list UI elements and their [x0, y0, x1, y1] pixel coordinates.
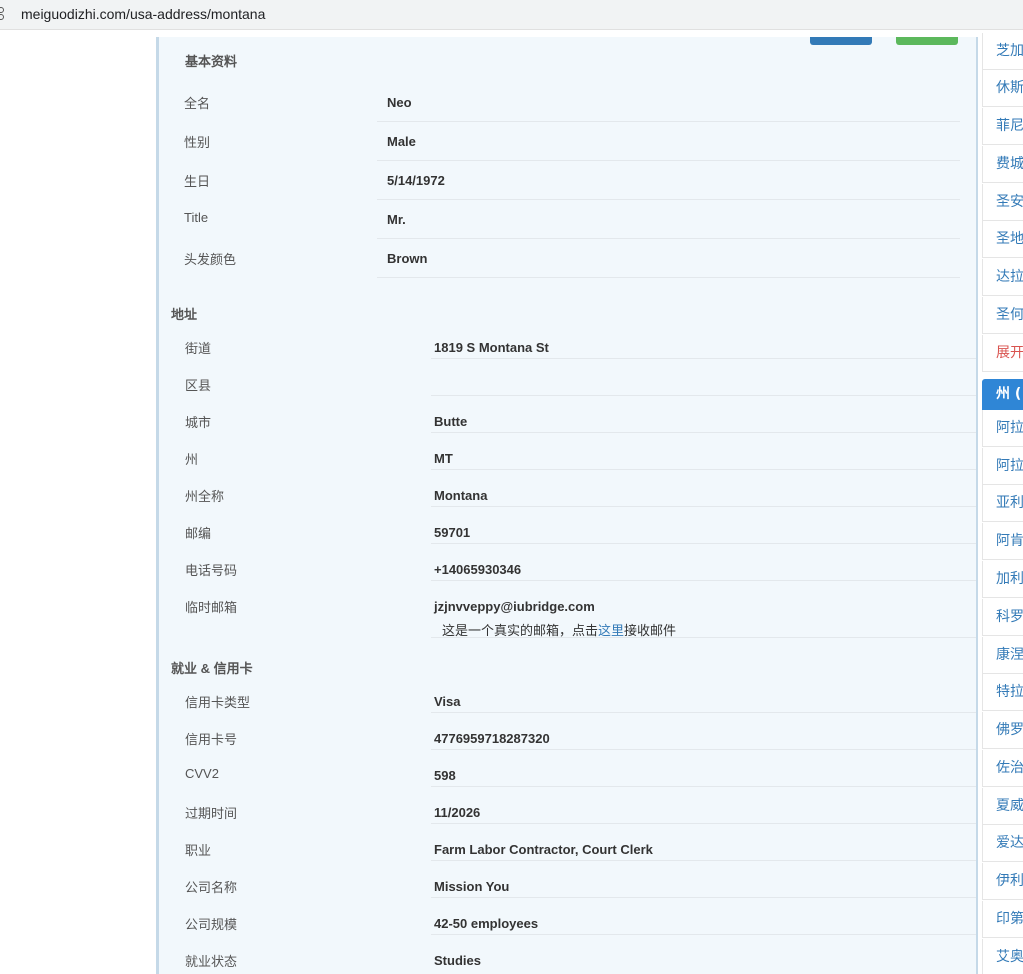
row-value: Farm Labor Contractor, Court Clerk — [434, 842, 653, 857]
blue-action-button[interactable] — [810, 37, 872, 45]
row-divider — [431, 358, 976, 359]
sidebar-city-link[interactable]: 菲尼 — [982, 108, 1023, 145]
sidebar-state-link[interactable]: 亚利 — [982, 485, 1023, 522]
sidebar-expand-link[interactable]: 展开 — [982, 335, 1023, 372]
row-label: 城市 — [185, 415, 212, 430]
row-divider — [431, 823, 976, 824]
row-value: 42-50 employees — [434, 916, 539, 931]
row-label: 就业状态 — [185, 954, 238, 969]
row-label: 电话号码 — [185, 563, 238, 578]
email-note-prefix: 这是一个真实的邮箱，点击 — [442, 623, 599, 638]
sidebar-state-link[interactable]: 阿肯 — [982, 523, 1023, 560]
sidebar-state-link[interactable]: 艾奥 — [982, 939, 1023, 974]
sidebar-city-link[interactable]: 芝加 — [982, 33, 1023, 70]
email-note-suffix: 接收邮件 — [624, 623, 677, 638]
row-label: 公司规模 — [185, 917, 238, 932]
section-title-basic: 基本资料 — [185, 54, 238, 69]
row-divider — [377, 160, 960, 161]
row-value: 5/14/1972 — [387, 173, 445, 188]
sidebar-state-link[interactable]: 夏威 — [982, 788, 1023, 825]
sidebar-state-link[interactable]: 阿拉 — [982, 448, 1023, 485]
profile-panel: 基本资料 全名 Neo 性别 Male 生日 5/14/1972 Title M… — [156, 37, 978, 974]
row-value: 1819 S Montana St — [434, 340, 549, 355]
row-label: 头发颜色 — [184, 252, 237, 267]
row-label: 区县 — [185, 378, 212, 393]
row-divider — [431, 637, 976, 638]
row-label: 州 — [185, 452, 199, 467]
row-label: 州全称 — [185, 489, 225, 504]
row-label: 街道 — [185, 341, 212, 356]
row-divider — [431, 897, 976, 898]
sidebar-state-link[interactable]: 特拉 — [982, 674, 1023, 711]
row-label: 公司名称 — [185, 880, 238, 895]
section-title-address: 地址 — [171, 307, 198, 322]
row-divider — [431, 934, 976, 935]
row-value: Studies — [434, 953, 481, 968]
sidebar-city-link[interactable]: 休斯 — [982, 70, 1023, 107]
row-value: MT — [434, 451, 453, 466]
browser-address-bar[interactable]: meiguodizhi.com/usa-address/montana — [0, 0, 1023, 30]
row-divider — [431, 860, 976, 861]
right-sidebar: 芝加 休斯 菲尼 费城 圣安 圣地 达拉 圣何 展开 州 ( 阿拉 阿拉 亚利 … — [982, 33, 1023, 974]
row-divider — [431, 432, 976, 433]
row-label: 临时邮箱 — [185, 600, 238, 615]
row-divider — [431, 469, 976, 470]
row-label: 邮编 — [185, 526, 212, 541]
receive-email-link[interactable]: 这里 — [598, 623, 624, 638]
row-label: 信用卡号 — [185, 732, 238, 747]
section-title-employment: 就业 & 信用卡 — [171, 661, 253, 676]
sidebar-city-link[interactable]: 达拉 — [982, 259, 1023, 296]
row-label: 性别 — [184, 135, 211, 150]
row-value: 59701 — [434, 525, 471, 540]
sidebar-city-link[interactable]: 圣何 — [982, 297, 1023, 334]
row-divider — [431, 580, 976, 581]
row-divider — [377, 238, 960, 239]
row-value: Brown — [387, 251, 428, 266]
sidebar-state-link[interactable]: 佛罗 — [982, 712, 1023, 749]
row-value: Mr. — [387, 212, 406, 227]
sidebar-state-link[interactable]: 爱达 — [982, 825, 1023, 862]
row-value: 4776959718287320 — [434, 731, 550, 746]
row-divider — [431, 506, 976, 507]
row-value: 598 — [434, 768, 456, 783]
site-settings-icon[interactable] — [0, 7, 10, 21]
sidebar-city-link[interactable]: 圣地 — [982, 221, 1023, 258]
row-value: Visa — [434, 694, 461, 709]
row-value: Butte — [434, 414, 468, 429]
sidebar-city-link[interactable]: 圣安 — [982, 184, 1023, 221]
row-divider — [377, 277, 960, 278]
sidebar-state-link[interactable]: 佐治 — [982, 750, 1023, 787]
sidebar-state-link[interactable]: 科罗 — [982, 599, 1023, 636]
temp-email-value: jzjnvveppy@iubridge.com — [434, 599, 595, 614]
sidebar-state-link[interactable]: 伊利 — [982, 863, 1023, 900]
row-value: Mission You — [434, 879, 510, 894]
row-label: 过期时间 — [185, 806, 238, 821]
sidebar-state-link[interactable]: 加利 — [982, 561, 1023, 598]
row-label: Title — [184, 210, 209, 225]
sidebar-state-link[interactable]: 康涅 — [982, 637, 1023, 674]
row-label: 职业 — [185, 843, 212, 858]
row-value: 11/2026 — [434, 805, 481, 820]
row-label: 生日 — [184, 174, 211, 189]
url-text[interactable]: meiguodizhi.com/usa-address/montana — [21, 6, 265, 22]
row-divider — [431, 712, 976, 713]
green-action-button[interactable] — [896, 37, 958, 45]
sidebar-state-link[interactable]: 阿拉 — [982, 410, 1023, 447]
row-divider — [377, 199, 960, 200]
sidebar-states-header: 州 ( — [982, 379, 1023, 410]
row-divider — [431, 786, 976, 787]
sidebar-city-link[interactable]: 费城 — [982, 146, 1023, 183]
row-label: CVV2 — [185, 766, 219, 781]
row-value: +14065930346 — [434, 562, 522, 577]
row-value: Montana — [434, 488, 488, 503]
row-divider — [431, 543, 976, 544]
row-divider — [431, 749, 976, 750]
row-divider — [431, 395, 976, 396]
row-divider — [377, 121, 960, 122]
row-label: 全名 — [184, 96, 211, 111]
row-label: 信用卡类型 — [185, 695, 251, 710]
sidebar-state-link[interactable]: 印第 — [982, 901, 1023, 938]
row-value: Neo — [387, 95, 412, 110]
row-value: Male — [387, 134, 416, 149]
